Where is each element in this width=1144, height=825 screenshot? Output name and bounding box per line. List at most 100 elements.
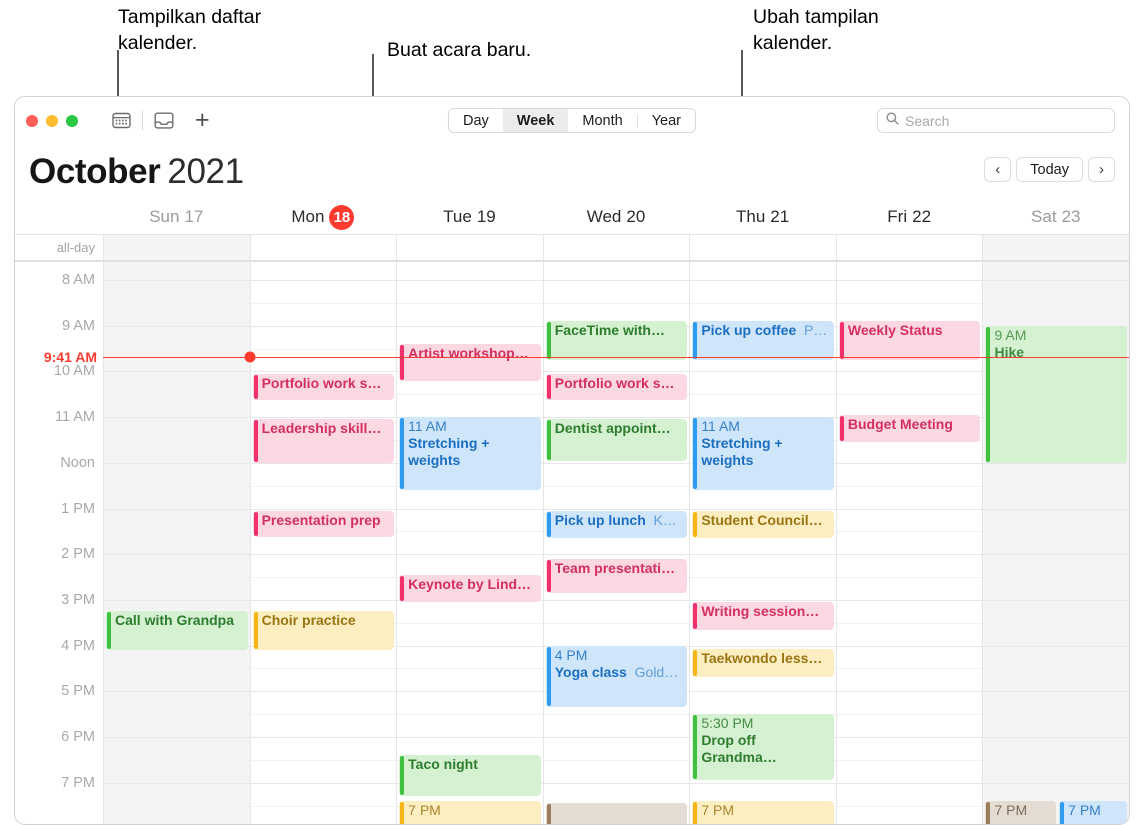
day-name: Wed (586, 207, 622, 226)
day-header-sun[interactable]: Sun 17 (103, 200, 250, 234)
all-day-cell-tue[interactable] (396, 235, 543, 260)
calendar-event[interactable]: Portfolio work s… (545, 373, 688, 400)
all-day-cell-sat[interactable] (982, 235, 1129, 260)
day-column-wed[interactable]: FaceTime with… Portfolio work s… Dentist a… (542, 262, 690, 824)
calendar-event[interactable]: Choir practice (252, 611, 395, 651)
week-grid: 8 AM 9 AM 10 AM 11 AM Noon 1 PM 2 PM 3 PM 4 PM 5 … (15, 262, 1129, 824)
half-hour-gridline (104, 439, 250, 441)
all-day-label: all-day (56, 240, 95, 255)
event-title: Dentist appoint… (554, 420, 671, 437)
day-header-tue[interactable]: Tue 19 (396, 200, 543, 234)
day-header-sat[interactable]: Sat 23 (982, 200, 1129, 234)
date-navigation[interactable]: ‹ Today › (984, 157, 1115, 182)
day-column-sun[interactable]: Call with Grandpa (103, 262, 250, 824)
calendar-event[interactable]: 11 AM Stretching + weights (399, 417, 541, 491)
hour-gridline (836, 599, 983, 601)
time-label: 1 PM (61, 500, 95, 517)
view-segmented-control[interactable]: Day Week Month Year (447, 108, 697, 133)
half-hour-gridline (983, 302, 1129, 304)
inbox-icon[interactable] (149, 108, 179, 134)
all-day-cell-sun[interactable] (103, 235, 250, 260)
all-day-cell-wed[interactable] (542, 235, 690, 260)
calendar-event[interactable]: FaceTime with… (545, 321, 688, 360)
event-title: Stretching + weights (408, 435, 490, 469)
minimize-button[interactable] (46, 114, 58, 127)
half-hour-gridline (836, 622, 983, 624)
tab-day[interactable]: Day (449, 109, 503, 132)
hour-gridline (543, 462, 690, 464)
calendar-event[interactable]: Leadership skill… (252, 419, 395, 463)
next-week-button[interactable]: › (1088, 157, 1115, 182)
hour-gridline (397, 737, 543, 738)
day-column-mon[interactable]: Portfolio work s… Leadership skill… Presen… (249, 262, 397, 824)
all-day-cell-fri[interactable] (835, 235, 983, 260)
calendar-event[interactable]: Pick up lunch K… (545, 510, 688, 539)
half-hour-gridline (543, 622, 690, 624)
day-column-sat[interactable]: 9 AM Hike 7 PM 7 PM (982, 262, 1129, 824)
calendar-event[interactable]: Presentation prep (252, 510, 395, 537)
all-day-cell-mon[interactable] (249, 235, 397, 260)
calendar-event[interactable]: 5:30 PM Drop off Grandma… (692, 714, 834, 781)
calendar-event[interactable]: 11 AM Stretching + weights (692, 417, 834, 491)
calendar-event[interactable]: 7 PM (692, 800, 834, 824)
new-event-button[interactable]: + (191, 108, 214, 133)
day-name: Sun (149, 207, 180, 226)
calendar-event[interactable]: Writing session… (692, 602, 834, 630)
toolbar-divider (142, 111, 143, 130)
calendar-event[interactable]: Artist workshop… (399, 343, 541, 381)
calendar-event[interactable]: Team presentati… (545, 558, 688, 594)
hour-gridline (397, 691, 543, 693)
tab-week[interactable]: Week (502, 109, 569, 132)
calendar-event[interactable]: Taekwondo less… (692, 649, 834, 677)
all-day-cells[interactable] (103, 235, 1129, 260)
close-button[interactable] (26, 114, 38, 127)
half-hour-gridline (836, 531, 983, 533)
day-name: Fri (887, 207, 908, 226)
calendar-event[interactable]: 7 PM (1059, 800, 1128, 824)
half-hour-gridline (250, 668, 397, 670)
calendar-event[interactable]: 9 AM Hike (985, 325, 1128, 463)
calendar-event[interactable]: Taco night (399, 755, 541, 797)
day-header-fri[interactable]: Fri 22 (836, 200, 983, 234)
calendar-event[interactable]: Pick up coffee P… (692, 321, 834, 360)
calendar-event[interactable]: Weekly Status (838, 321, 981, 360)
window-toolbar: + Day Week Month Year Search (15, 97, 1129, 144)
calendar-event[interactable]: Keynote by Lind… (399, 574, 541, 603)
event-color-bar (253, 511, 258, 536)
day-column-tue[interactable]: Artist workshop… 11 AM Stretching + weight… (396, 262, 543, 824)
calendar-event[interactable]: Portfolio work s… (252, 373, 395, 400)
calendar-event[interactable]: 4 PM Yoga class Gold… (545, 645, 688, 708)
half-hour-gridline (397, 394, 543, 396)
search-icon (886, 112, 899, 130)
day-header-wed[interactable]: Wed 20 (543, 200, 690, 234)
today-button[interactable]: Today (1016, 157, 1083, 182)
calendar-icon[interactable] (106, 108, 136, 134)
calendar-event[interactable]: 7 PM (985, 800, 1057, 824)
calendar-event[interactable]: Call with Grandpa (106, 611, 248, 651)
calendar-event[interactable]: Student Council… (692, 510, 834, 539)
half-hour-gridline (836, 577, 983, 579)
calendar-event[interactable]: Dentist appoint… (545, 419, 688, 461)
day-header-thu[interactable]: Thu 21 (689, 200, 836, 234)
search-field[interactable]: Search (877, 108, 1115, 133)
tab-year[interactable]: Year (638, 109, 695, 132)
time-label: 9 AM (61, 317, 95, 334)
tab-month[interactable]: Month (568, 109, 636, 132)
previous-week-button[interactable]: ‹ (984, 157, 1012, 182)
hour-gridline (836, 554, 983, 556)
day-header-mon[interactable]: Mon 18 (250, 200, 397, 234)
day-column-fri[interactable]: Weekly Status Budget Meeting (835, 262, 983, 824)
maximize-button[interactable] (66, 114, 78, 127)
all-day-cell-thu[interactable] (689, 235, 836, 260)
event-title: Choir practice (261, 612, 356, 629)
day-column-thu[interactable]: Pick up coffee P… 11 AM Stretching + weigh… (689, 262, 836, 824)
event-time: 4 PM (554, 646, 588, 663)
day-number: 20 (626, 207, 646, 226)
half-hour-gridline (690, 302, 836, 304)
calendar-event[interactable]: Budget Meeting (838, 414, 981, 443)
calendar-event[interactable] (545, 803, 688, 824)
calendar-event[interactable]: 7 PM (399, 800, 541, 824)
half-hour-gridline (250, 759, 397, 761)
half-hour-gridline (543, 714, 690, 716)
window-controls[interactable] (26, 114, 78, 127)
